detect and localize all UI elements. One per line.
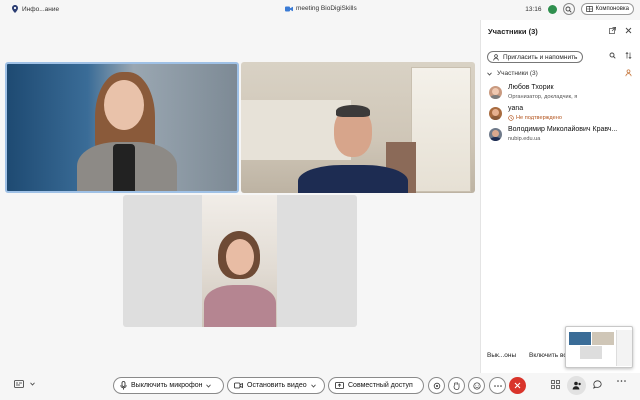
microphone-icon xyxy=(120,381,127,390)
participants-panel-button[interactable] xyxy=(567,376,586,395)
top-bar: Инфо...ание meeting BioDigiSkills 13:16 … xyxy=(0,0,640,20)
participant-role: Организатор, докладчик, я xyxy=(508,94,578,100)
clock-icon xyxy=(508,115,514,121)
panel-tools xyxy=(609,52,632,59)
audio-settings-button[interactable] xyxy=(428,377,445,394)
settings-icon xyxy=(433,382,440,389)
avatar xyxy=(489,128,502,141)
apps-icon xyxy=(551,380,560,389)
panel-title: Участники (3) xyxy=(488,27,538,36)
location-pin-icon xyxy=(12,5,18,13)
mute-all-button[interactable]: Вык...оны xyxy=(487,352,516,359)
reactions-button[interactable] xyxy=(468,377,485,394)
chevron-down-icon xyxy=(487,72,492,76)
layout-button-label: Компоновка xyxy=(595,6,629,12)
avatar xyxy=(489,86,502,99)
participant-body xyxy=(298,165,408,193)
avatar xyxy=(489,107,502,120)
video-tile-volodymyr[interactable] xyxy=(241,62,475,193)
participant-row[interactable]: Володимир Миколайович Кравч... nubip.edu… xyxy=(489,126,635,146)
participant-row[interactable]: yana Не подтверждено xyxy=(489,105,635,125)
group-label: Участники (3) xyxy=(497,70,538,77)
invite-button-label: Пригласить и напомнить xyxy=(503,53,578,61)
video-feed-yana xyxy=(202,195,277,327)
room-window xyxy=(411,67,471,192)
participants-group-header[interactable]: Участники (3) xyxy=(487,69,633,77)
participant-face xyxy=(104,80,144,130)
chat-icon xyxy=(593,380,602,389)
participants-icon xyxy=(572,381,581,390)
participant-status: Не подтверждено xyxy=(508,115,562,121)
more-horizontal-icon xyxy=(493,384,502,387)
participants-panel: Участники (3) Пригласить и напомнить Уча… xyxy=(480,20,640,373)
more-horizontal-icon xyxy=(617,380,626,382)
video-camera-icon xyxy=(234,382,243,389)
mute-microphone-button[interactable]: Выключить микрофон xyxy=(113,377,224,394)
video-tile-lyubov[interactable] xyxy=(5,62,239,193)
meeting-title: meeting BioDigiSkills xyxy=(285,5,357,12)
captions-control[interactable] xyxy=(14,380,35,388)
chevron-down-icon xyxy=(310,384,316,388)
participant-domain: nubip.edu.ua xyxy=(508,136,541,142)
share-screen-button[interactable]: Совместный доступ xyxy=(328,377,424,394)
add-person-icon xyxy=(493,53,499,61)
participant-status-text: Не подтверждено xyxy=(516,115,562,121)
chat-button[interactable] xyxy=(593,380,602,389)
close-icon xyxy=(514,382,521,389)
more-options-button[interactable] xyxy=(489,377,506,394)
stop-video-label: Остановить видео xyxy=(247,382,307,389)
stop-video-button[interactable]: Остановить видео xyxy=(227,377,325,394)
meeting-title-text: meeting BioDigiSkills xyxy=(296,5,357,12)
video-tile-yana[interactable] xyxy=(123,195,357,327)
meeting-controls: Выключить микрофон Остановить видео Совм… xyxy=(0,373,640,398)
unmute-all-button[interactable]: Включить вс xyxy=(529,352,567,359)
invite-button[interactable]: Пригласить и напомнить xyxy=(487,51,584,63)
participant-body xyxy=(204,285,276,327)
meeting-icon xyxy=(285,6,293,11)
participant-name: yana xyxy=(508,105,524,112)
emoji-icon xyxy=(472,381,481,390)
window-tag-label: Инфо...ание xyxy=(22,5,60,13)
participant-face xyxy=(226,239,254,275)
top-right-controls: 13:16 Компоновка xyxy=(525,3,634,15)
search-icon[interactable] xyxy=(609,52,616,59)
layout-grid-icon xyxy=(585,6,593,12)
search-icon[interactable] xyxy=(562,3,575,15)
raise-hand-button[interactable] xyxy=(448,377,465,394)
clock-time: 13:16 xyxy=(525,5,542,13)
chevron-down-icon xyxy=(30,382,35,386)
panel-header-actions xyxy=(609,27,632,34)
close-icon[interactable] xyxy=(625,27,632,34)
participant-name: Любов Тхорик xyxy=(508,84,554,91)
chevron-down-icon xyxy=(206,384,212,388)
apps-button[interactable] xyxy=(551,380,560,389)
pop-out-icon[interactable] xyxy=(609,27,616,34)
more-panels-button[interactable] xyxy=(617,380,626,382)
meeting-preview-thumbnail[interactable] xyxy=(565,326,633,368)
sort-icon[interactable] xyxy=(625,52,632,59)
add-participant-icon[interactable] xyxy=(625,69,633,77)
window-tag[interactable]: Инфо...ание xyxy=(12,5,59,13)
participant-name: Володимир Миколайович Кравч... xyxy=(508,126,618,133)
share-screen-icon xyxy=(335,382,344,389)
layout-button[interactable]: Компоновка xyxy=(580,3,634,15)
participant-shirt xyxy=(113,144,135,191)
mute-microphone-label: Выключить микрофон xyxy=(131,382,203,389)
end-call-button[interactable] xyxy=(509,377,526,394)
connection-status-icon[interactable] xyxy=(547,4,557,14)
captions-icon xyxy=(14,380,24,388)
participant-row[interactable]: Любов Тхорик Организатор, докладчик, я xyxy=(489,84,635,104)
participant-hair xyxy=(336,105,370,117)
hand-icon xyxy=(453,382,460,390)
share-screen-label: Совместный доступ xyxy=(348,382,413,389)
